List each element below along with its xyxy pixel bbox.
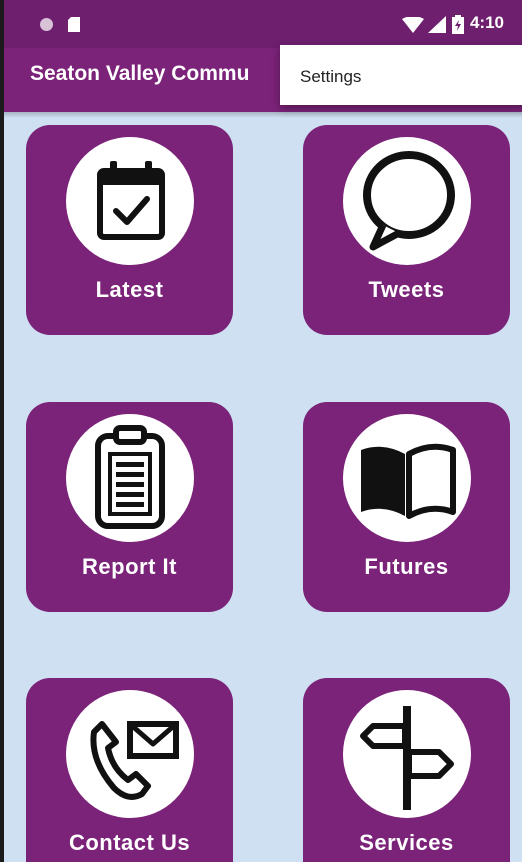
tile-label: Services — [359, 830, 454, 855]
clock: 4:10 — [469, 13, 504, 32]
sd-card-icon — [68, 17, 80, 32]
app-title: Seaton Valley Commu — [30, 62, 250, 85]
tile-label: Futures — [364, 554, 449, 579]
tile-label: Tweets — [368, 277, 445, 302]
tile-label: Contact Us — [68, 830, 191, 855]
tile-latest[interactable]: Latest — [26, 125, 233, 335]
overflow-menu: Settings — [280, 45, 522, 105]
clipboard-icon — [65, 414, 194, 542]
menu-item-settings[interactable]: Settings — [300, 67, 361, 87]
phone-envelope-icon — [65, 690, 194, 818]
signpost-icon — [342, 690, 471, 818]
tile-contact-us[interactable]: Contact Us — [26, 678, 233, 862]
tile-label: Latest — [95, 277, 164, 302]
speech-bubble-icon — [342, 137, 471, 265]
calendar-check-icon — [65, 137, 194, 265]
battery-icon — [452, 15, 464, 34]
signal-icon — [428, 16, 446, 33]
tile-futures[interactable]: Futures — [303, 402, 510, 612]
app-bar-shadow — [4, 112, 522, 118]
notification-dot-icon — [40, 18, 53, 31]
tile-label: Report It — [82, 554, 177, 579]
status-bar: 4:10 — [4, 0, 522, 48]
wifi-icon — [402, 17, 424, 33]
tile-services[interactable]: Services — [303, 678, 510, 862]
app-screen: 4:10 Seaton Valley Commu Settings Latest — [0, 0, 522, 862]
tile-report-it[interactable]: Report It — [26, 402, 233, 612]
open-book-icon — [342, 414, 471, 542]
tile-tweets[interactable]: Tweets — [303, 125, 510, 335]
